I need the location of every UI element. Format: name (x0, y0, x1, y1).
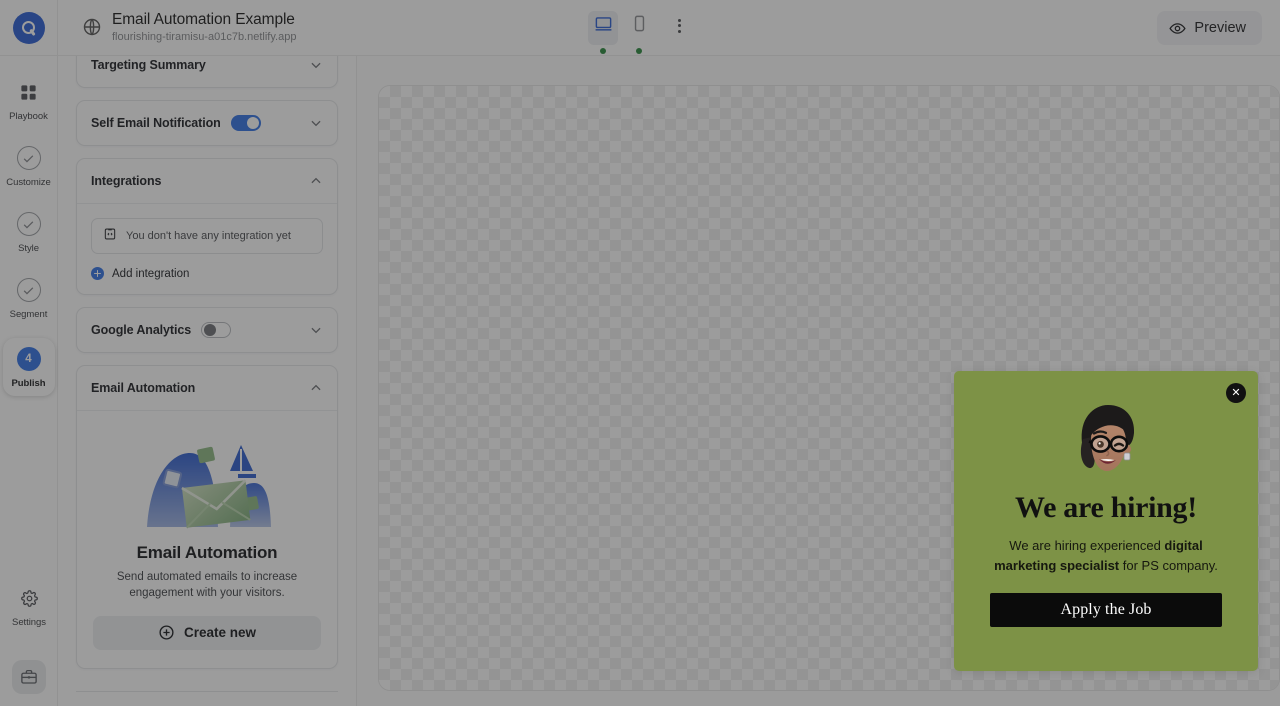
desktop-icon (594, 14, 613, 38)
section-title: Self Email Notification (91, 116, 221, 130)
kebab-menu-icon[interactable] (666, 13, 692, 39)
chevron-down-icon (309, 58, 323, 72)
email-landscape-illustration (93, 427, 321, 531)
code-snippet-icon (103, 227, 117, 246)
settings-panel: Targeting Summary Self Email Notificatio… (58, 56, 357, 706)
section-integrations: Integrations You don't have any integrat… (76, 158, 338, 295)
add-integration-button[interactable]: Add integration (91, 267, 323, 280)
left-nav-rail: Playbook Customize Style Segment 4 Publi… (0, 56, 58, 706)
hiring-body-post: for PS company. (1119, 558, 1218, 574)
google-analytics-toggle[interactable] (201, 322, 232, 338)
brand-zone (0, 0, 58, 56)
section-self-email-notification: Self Email Notification (76, 100, 338, 146)
sidebar-item-style[interactable]: Style (2, 206, 56, 258)
mobile-status-dot (636, 47, 642, 54)
promo-description: Send automated emails to increase engage… (116, 571, 298, 600)
apply-button-label: Apply the Job (1060, 601, 1152, 619)
sidebar-item-label: Publish (11, 378, 46, 389)
grid-icon (19, 79, 38, 105)
sidebar-item-label: Playbook (9, 111, 48, 122)
section-header-targeting-summary[interactable]: Targeting Summary (77, 56, 337, 87)
globe-icon (82, 17, 102, 37)
section-title: Google Analytics (91, 323, 192, 337)
section-header-google-analytics[interactable]: Google Analytics (77, 308, 337, 352)
site-url: flourishing-tiramisu-a01c7b.netlify.app (112, 31, 297, 44)
plus-circle-outline-icon (158, 624, 175, 641)
quiz-logo-icon[interactable] (12, 11, 45, 44)
check-circle-icon (16, 277, 41, 303)
device-mobile-button[interactable] (624, 11, 654, 54)
sidebar-item-label: Customize (6, 177, 51, 188)
create-new-label: Create new (183, 625, 257, 641)
device-switcher (588, 10, 692, 54)
create-new-button[interactable]: Create new (93, 615, 321, 650)
section-targeting-summary: Targeting Summary (76, 56, 338, 88)
publish-step-number: 4 (16, 347, 41, 371)
section-title: Email Automation (91, 381, 196, 395)
top-header: Email Automation Example flourishing-tir… (0, 0, 1280, 56)
hiring-body-pre: We are hiring experienced (1009, 538, 1165, 553)
check-circle-icon (16, 145, 41, 171)
mobile-icon (630, 14, 649, 38)
section-header-integrations[interactable]: Integrations (77, 159, 337, 203)
step-number-badge: 4 (16, 346, 41, 372)
close-icon[interactable]: ✕ (1226, 383, 1246, 403)
integrations-body: You don't have any integration yet Add i… (77, 203, 337, 294)
briefcase-icon[interactable] (12, 660, 46, 694)
section-title: Targeting Summary (91, 58, 206, 72)
chevron-up-icon (309, 174, 323, 188)
integrations-empty-state: You don't have any integration yet (91, 218, 323, 254)
panel-divider (76, 690, 338, 692)
desktop-status-dot (600, 47, 606, 54)
apply-the-job-button[interactable]: Apply the Job (990, 593, 1222, 628)
sidebar-item-customize[interactable]: Customize (2, 140, 56, 192)
sidebar-item-settings[interactable]: Settings (2, 580, 56, 632)
email-automation-promo: Email Automation Send automated emails t… (77, 410, 337, 668)
hiring-popup: ✕ We are hiring! We are hiring experienc… (954, 371, 1258, 671)
hiring-heading: We are hiring! (1015, 491, 1197, 524)
section-email-automation: Email Automation Email Automation Send a… (76, 365, 338, 669)
integrations-empty-text: You don't have any integration yet (126, 230, 291, 242)
add-integration-label: Add integration (112, 267, 190, 280)
plus-circle-icon (91, 267, 104, 280)
section-header-email-automation[interactable]: Email Automation (77, 366, 337, 410)
chevron-down-icon (309, 323, 323, 337)
device-desktop-button[interactable] (588, 10, 618, 54)
chevron-down-icon (309, 116, 323, 130)
sidebar-item-label: Segment (9, 309, 48, 320)
preview-label: Preview (1194, 20, 1246, 36)
sidebar-item-label: Settings (12, 617, 46, 628)
rail-bottom-group: Settings (0, 580, 58, 694)
chevron-up-icon (309, 381, 323, 395)
check-circle-icon (16, 211, 41, 237)
self-email-notification-toggle[interactable] (230, 115, 261, 131)
gear-icon (20, 585, 38, 611)
page-title: Email Automation Example (112, 11, 295, 29)
promo-title: Email Automation (136, 543, 278, 562)
section-header-self-email-notification[interactable]: Self Email Notification (77, 101, 337, 145)
eye-icon (1169, 20, 1187, 37)
section-title: Integrations (91, 174, 162, 188)
sidebar-item-label: Style (18, 243, 39, 254)
section-google-analytics: Google Analytics (76, 307, 338, 353)
site-info: Email Automation Example flourishing-tir… (82, 11, 296, 43)
sidebar-item-publish[interactable]: 4 Publish (2, 338, 55, 396)
app-root: Email Automation Example flourishing-tir… (0, 0, 1280, 706)
sidebar-item-playbook[interactable]: Playbook (2, 74, 56, 126)
hiring-body-text: We are hiring experienced digital market… (989, 536, 1223, 576)
sidebar-item-segment[interactable]: Segment (2, 272, 56, 324)
preview-button[interactable]: Preview (1157, 11, 1262, 45)
memoji-avatar-icon (989, 371, 1223, 485)
